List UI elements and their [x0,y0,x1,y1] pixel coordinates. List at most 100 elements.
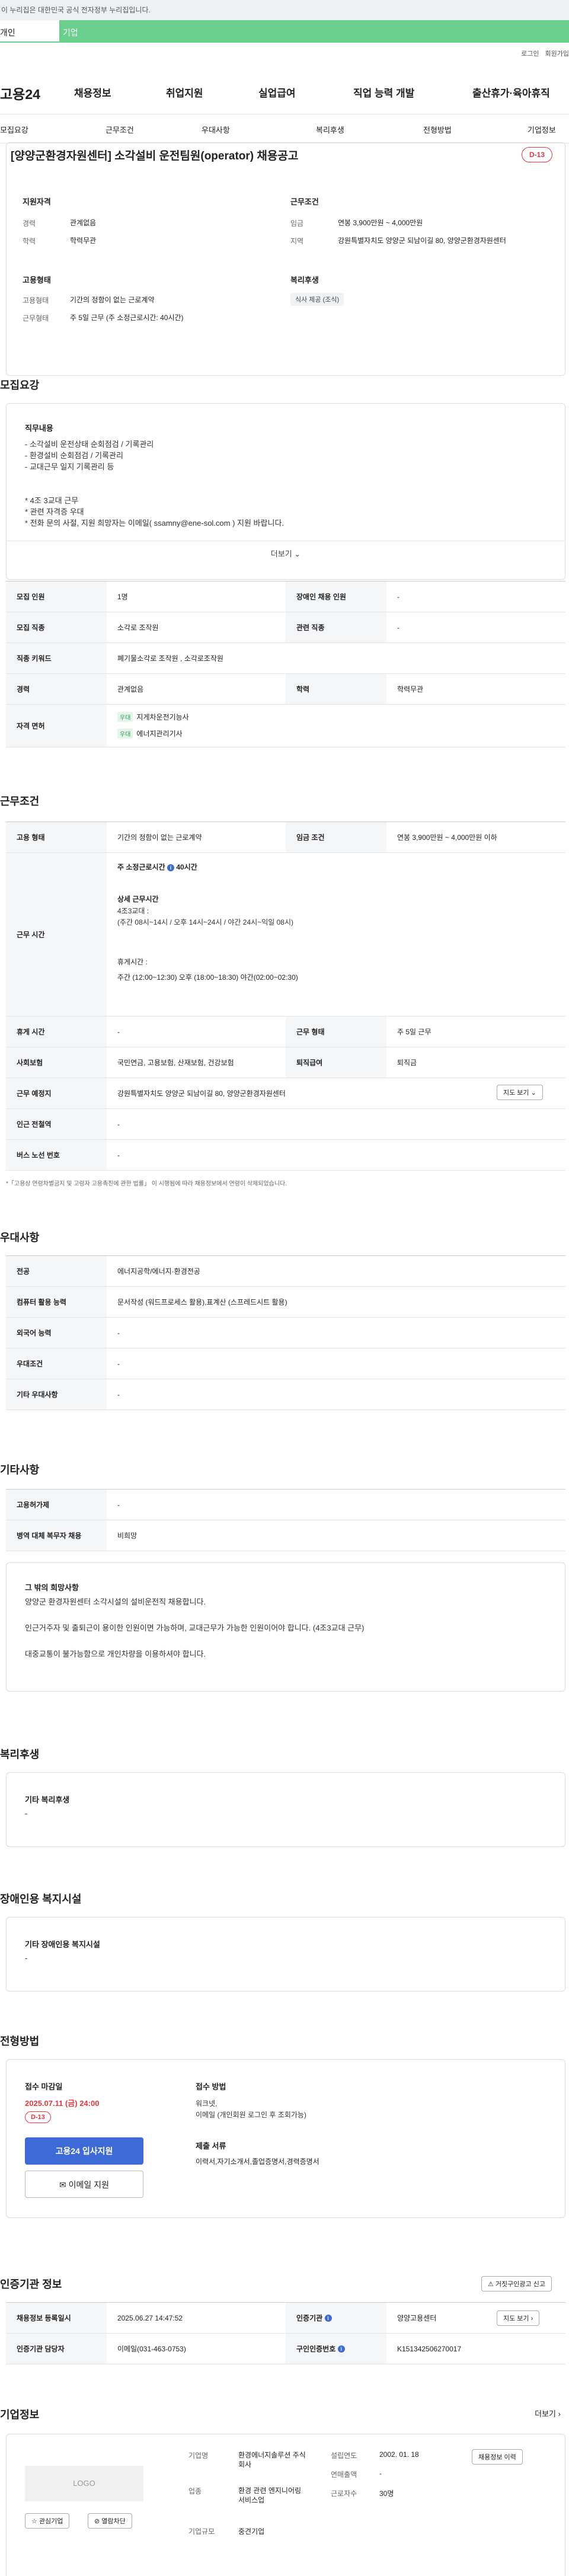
license-item: 우대 지게차운전기능사 [117,712,189,722]
table-row: 직종 키워드 폐기물소각로 조작원 , 소각로조작원 [6,643,565,674]
subnav-work[interactable]: 근무조건 [106,124,134,135]
subnav-pref[interactable]: 우대사항 [202,124,230,135]
cell-value: 퇴직금 [397,1059,417,1067]
email-apply-button[interactable]: ✉ 이메일 지원 [25,2171,143,2198]
disabled-value: - [25,1954,28,1963]
gnb-leave[interactable]: 출산휴가·육아휴직 [472,85,550,100]
cell-value: - [117,1359,120,1368]
cell-label: 병역 대체 복무자 채용 [6,1520,107,1551]
table-row: 인증기관 담당자 이메일(031-463-0753) 구인인증번호 i K151… [6,2334,565,2364]
docs-value: 이력서,자기소개서,졸업증명서,경력증명서 [196,2158,319,2166]
etc-section-title: 기타사항 [0,1464,40,1476]
welfare-section-title: 복리후생 [0,1749,40,1760]
job-history-button[interactable]: 채용정보 이력 [472,2449,523,2465]
cell-label: 고용 형태 [6,822,107,852]
table-row: 경력 관계없음 학력 학력무관 [6,674,565,705]
cell-value: - [117,1150,120,1159]
cell-label: 근무 시간 [6,853,107,1016]
loc-label: 지역 [290,237,304,245]
tab-company[interactable]: 기업 [59,20,569,43]
map-label: 지도 보기 [503,1089,529,1097]
method-value: 워크넷, 이메일 (개인회원 로그인 후 조회가능) [196,2099,306,2119]
cell-value: - [117,1120,120,1129]
cell-value: 기간의 정함이 없는 근로계약 [117,833,202,842]
cell-value: 에너지공학/에너지·환경전공 [117,1267,200,1276]
fav-company-button[interactable]: ☆ 관심기업 [25,2513,70,2529]
signup-link[interactable]: 회원가입 [545,50,569,57]
company-more-link[interactable]: 더보기 › [535,2408,561,2419]
block-label: 열람차단 [101,2518,126,2525]
cell-label: 인증기관 담당자 [6,2334,107,2364]
pref-section-title: 우대사항 [0,1232,40,1244]
info-icon[interactable]: i [337,2345,345,2353]
table-row: 모집 직종 소각로 조작원 관련 직종 - [6,612,565,643]
cell-value: 소각로 조작원 [117,624,159,632]
report-button[interactable]: ⚠ 거짓구인광고 신고 [481,2276,552,2291]
table-row: 근무 예정지 강원특별자치도 양양군 되남이길 80, 양양군환경자원센터 [6,1078,565,1109]
info-icon[interactable]: i [324,2314,332,2322]
emp-title: 고용형태 [23,276,51,285]
table-row: 병역 대체 복무자 채용 비희망 [6,1520,565,1551]
cell-value: 강원특별자치도 양양군 되남이길 80, 양양군환경자원센터 [117,1089,286,1098]
career-label: 경력 [23,219,36,228]
weekly-hours: 주 소정근로시간 i 40시간 [117,862,197,872]
table-row: 채용정보 등록일시 2025.06.27 14:47:52 인증기관 i 양양고… [6,2303,565,2334]
gnb-employment-support[interactable]: 취업지원 [166,85,203,100]
cell-value: 2025.06.27 14:47:52 [117,2313,183,2322]
cell-value: 이메일(031-463-0753) [117,2345,186,2353]
cell-value: - [117,1390,120,1399]
brand-logo[interactable]: 고용24 [0,83,40,103]
more-button[interactable]: 더보기 ⌄ [6,541,565,567]
cell-label: 근무 예정지 [6,1078,107,1108]
login-link[interactable]: 로그인 [521,50,539,57]
welfare-label: 기타 복리후생 [25,1795,70,1804]
cell-label: 고용허가제 [6,1490,107,1520]
agency-table: 채용정보 등록일시 2025.06.27 14:47:52 인증기관 i 양양고… [6,2302,565,2364]
cell-value: 학력무관 [397,685,424,693]
block-company-button[interactable]: ⊘ 열람차단 [88,2513,132,2529]
subnav-recruit[interactable]: 모집요강 [0,124,28,135]
table-row: 버스 노선 번호 - [6,1140,565,1171]
agency-map-button[interactable]: 지도 보기 › [497,2310,540,2326]
company-emp-label: 근로자수 [331,2489,357,2498]
cond-title: 근무조건 [290,197,319,206]
table-row: 우대조건 - [6,1348,565,1379]
cell-label: 모집 직종 [6,612,107,643]
table-row: 모집 인원 1명 장애인 채용 인원 - [6,581,565,612]
map-button[interactable]: 지도 보기 ⌄ [497,1085,543,1100]
subnav-company[interactable]: 기업정보 [528,124,556,135]
subnav-welfare[interactable]: 복리후생 [316,124,344,135]
cell-label: 채용정보 등록일시 [6,2303,107,2333]
gnb-unemployment[interactable]: 실업급여 [258,85,296,100]
cell-value: 연봉 3,900만원 ~ 4,000만원 이하 [397,833,497,842]
cell-value: 관계없음 [117,685,144,693]
cert-label: 구인인증번호 [296,2345,336,2353]
cell-value: - [397,592,399,601]
company-size: 중견기업 [238,2527,265,2536]
cell-label: 퇴직급여 [286,1047,386,1078]
cell-label: 기타 우대사항 [6,1379,107,1410]
cell-label: 버스 노선 번호 [6,1140,107,1170]
license-item: 우대 에너지관리기사 [117,728,183,739]
gnb-training[interactable]: 직업 능력 개발 [353,85,414,100]
cell-label: 자격 면허 [6,705,107,747]
deadline-value: 2025.07.11 (금) 24:00 [25,2099,100,2108]
gnb-jobs[interactable]: 채용정보 [74,85,111,100]
cell-label: 경력 [6,674,107,704]
table-row: 전공 에너지공학/에너지·환경전공 [6,1256,565,1287]
cell-label: 인근 전철역 [6,1109,107,1139]
tab-personal[interactable]: 개인 [0,20,59,43]
edu-value: 학력무관 [70,236,97,245]
info-icon[interactable]: i [167,864,174,871]
work-section-title: 근무조건 [0,795,40,807]
agency-section-title: 인증기관 정보 [0,2278,62,2290]
apply-button[interactable]: 고용24 입사지원 [25,2137,143,2165]
chevron-right-icon: › [530,2315,533,2322]
hours-label: 주 소정근로시간 [117,863,165,871]
company-biz-label: 업종 [188,2487,202,2495]
subnav-process[interactable]: 전형방법 [423,124,452,135]
qual-title: 지원자격 [23,197,51,206]
cell-value: 국민연금, 고용보험, 산재보험, 건강보험 [117,1059,234,1067]
welfare-value: - [25,1809,28,1818]
brand-name: 고용24 [0,87,40,102]
